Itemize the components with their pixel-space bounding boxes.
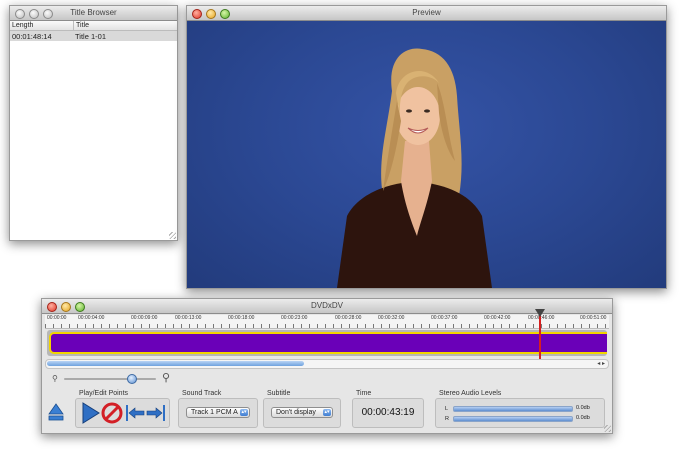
subtitle-label: Subtitle: [267, 390, 291, 397]
dvdxdv-window: DVDxDV 00:00:00 00:00:04:00 00:00:09:00 …: [41, 298, 613, 434]
ruler-ticks: [45, 324, 609, 328]
timecode-label: 00:00:04:00: [78, 315, 105, 321]
table-header: Length Title: [10, 21, 177, 31]
play-edit-group: [75, 398, 170, 428]
timecode-label: 00:00:13:00: [175, 315, 202, 321]
presenter-image: [337, 48, 492, 288]
timeline-ruler[interactable]: 00:00:00 00:00:04:00 00:00:09:00 00:00:1…: [45, 315, 609, 329]
timecode-label: 00:00:28:00: [335, 315, 362, 321]
title-browser-titlebar[interactable]: Title Browser: [10, 6, 177, 21]
timecode-label: 00:00:51:00: [580, 315, 607, 321]
zoom-out-icon[interactable]: ⚲: [52, 374, 58, 383]
zoom-slider[interactable]: ⚲ ⚲: [52, 371, 177, 385]
video-clip[interactable]: [49, 332, 607, 354]
window-title: Preview: [412, 8, 441, 17]
preview-window: Preview: [186, 5, 667, 289]
title-browser-window: Title Browser Length Title 00:01:48:14 T…: [9, 5, 178, 241]
subtitle-popup[interactable]: Don't display ▴▾: [271, 407, 333, 418]
chevron-updown-icon: ▴▾: [240, 409, 248, 416]
preview-titlebar[interactable]: Preview: [187, 6, 666, 21]
cell-length: 00:01:48:14: [12, 32, 52, 41]
set-out-point-icon[interactable]: [146, 403, 166, 423]
timeline-scrollbar[interactable]: ◂ ▸: [45, 359, 609, 369]
chevron-updown-icon: ▴▾: [323, 409, 331, 416]
audio-levels-label: Stereo Audio Levels: [439, 390, 502, 397]
eject-icon[interactable]: [48, 402, 64, 422]
timecode-label: 00:00:18:00: [228, 315, 255, 321]
sound-track-label: Sound Track: [182, 390, 222, 397]
set-in-point-icon[interactable]: [125, 403, 145, 423]
resize-grip[interactable]: [604, 425, 611, 432]
sound-track-group: Track 1 PCM A ▴▾: [178, 398, 258, 428]
time-label: Time: [356, 390, 372, 397]
left-level-meter: [453, 406, 573, 412]
scroll-arrows[interactable]: ◂ ▸: [597, 360, 605, 367]
play-icon[interactable]: [80, 402, 100, 424]
right-level-value: 0.0db: [576, 415, 590, 421]
main-titlebar[interactable]: DVDxDV: [42, 299, 612, 314]
window-title: DVDxDV: [310, 301, 343, 310]
time-display: 00:00:43:19: [352, 398, 424, 428]
table-row[interactable]: 00:01:48:14 Title 1-01: [10, 31, 177, 41]
video-track[interactable]: [47, 330, 607, 356]
resize-grip[interactable]: [169, 232, 176, 239]
timecode-label: 00:00:32:00: [378, 315, 405, 321]
zoom-thumb[interactable]: [127, 374, 137, 384]
sound-track-popup[interactable]: Track 1 PCM A ▴▾: [186, 407, 250, 418]
playhead-line[interactable]: [539, 309, 541, 363]
cell-title: Title 1-01: [75, 32, 106, 41]
timecode-label: 00:00:00: [47, 315, 67, 321]
left-level-value: 0.0db: [576, 405, 590, 411]
zoom-track[interactable]: [64, 378, 156, 380]
subtitle-value: Don't display: [276, 409, 316, 416]
stop-icon[interactable]: [101, 402, 123, 424]
timecode-label: 00:00:37:00: [431, 315, 458, 321]
video-frame: [187, 21, 666, 288]
right-channel-label: R: [445, 416, 449, 422]
right-level-meter: [453, 416, 573, 422]
play-edit-label: Play/Edit Points: [79, 390, 129, 397]
timecode-label: 00:00:09:00: [131, 315, 158, 321]
window-title: Title Browser: [70, 8, 117, 17]
audio-levels-group: L 0.0db R 0.0db: [435, 398, 605, 428]
sound-track-value: Track 1 PCM A: [191, 409, 238, 416]
timecode-label: 00:00:42:00: [484, 315, 511, 321]
column-header-title[interactable]: Title: [74, 21, 91, 30]
playhead-handle[interactable]: [535, 309, 545, 317]
zoom-in-icon[interactable]: ⚲: [162, 371, 170, 384]
left-channel-label: L: [445, 406, 449, 412]
column-header-length[interactable]: Length: [10, 21, 74, 30]
scrollbar-thumb[interactable]: [47, 361, 304, 366]
timecode-label: 00:00:23:00: [281, 315, 308, 321]
subtitle-group: Don't display ▴▾: [263, 398, 341, 428]
